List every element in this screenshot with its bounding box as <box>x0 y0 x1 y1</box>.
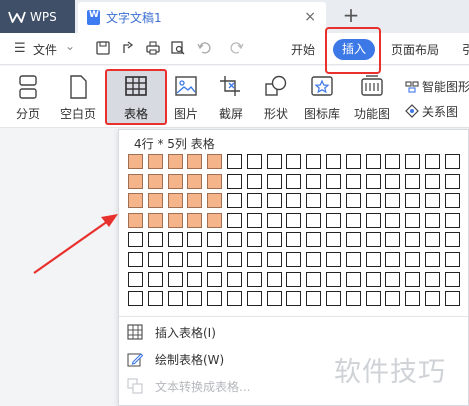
annotation-arrow <box>33 214 118 274</box>
table-label-overlay: 表格 <box>123 107 148 121</box>
table-icon-overlay <box>125 76 147 96</box>
table-button-overlay[interactable]: 表格 <box>109 66 163 126</box>
watermark: 软件技巧 <box>334 357 446 388</box>
